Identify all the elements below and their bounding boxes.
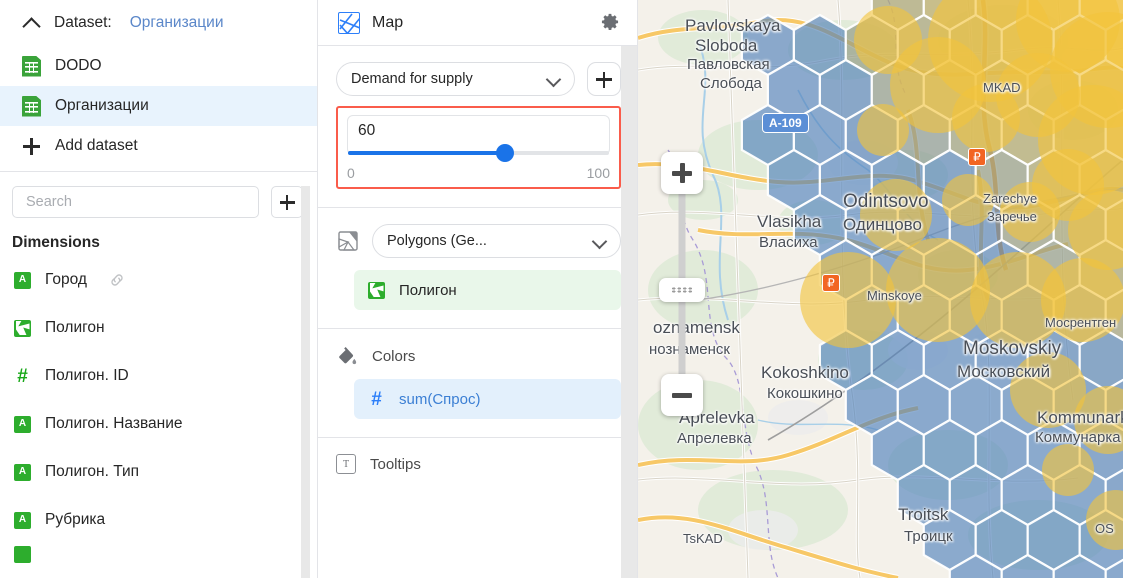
- colors-field-label: sum(Спрос): [399, 390, 481, 408]
- text-field-icon: A: [14, 271, 31, 289]
- application-window: Dataset: Организации DODO Организации Ad…: [0, 0, 1123, 578]
- add-layer-button[interactable]: [587, 62, 621, 96]
- dimension-label: Полигон. ID: [45, 367, 129, 384]
- search-input[interactable]: [24, 193, 247, 211]
- chevron-down-icon: [593, 235, 606, 248]
- dimension-poligon-tip[interactable]: A Полигон. Тип: [0, 448, 317, 496]
- sidebar-scrollbar[interactable]: [301, 186, 310, 578]
- chevron-down-icon: [547, 73, 560, 86]
- dimensions-section-title: Dimensions: [12, 234, 100, 251]
- number-field-icon: #: [17, 365, 28, 387]
- text-field-icon: A: [14, 463, 31, 481]
- geo-layer-icon: [336, 229, 360, 253]
- dimension-poligon[interactable]: Полигон: [0, 304, 317, 352]
- geometry-select-value: Polygons (Ge...: [387, 233, 487, 249]
- dataset-header-label: Dataset:: [54, 14, 112, 31]
- zoom-slider-handle[interactable]: [659, 278, 705, 302]
- chevron-up-icon[interactable]: [22, 13, 42, 33]
- dimension-label: Полигон. Название: [45, 415, 183, 432]
- dimension-label: Рубрика: [45, 511, 106, 528]
- geometry-field-label: Полигон: [399, 281, 457, 299]
- dimension-gorod[interactable]: A Город: [0, 256, 317, 304]
- dimension-row-partial[interactable]: [0, 544, 317, 564]
- table-icon: [22, 95, 41, 117]
- colors-section-head: Colors: [336, 345, 621, 367]
- dataset-sidebar: Dataset: Организации DODO Организации Ad…: [0, 0, 318, 578]
- gear-icon[interactable]: [599, 12, 621, 34]
- layer-select-row: Demand for supply: [336, 62, 621, 96]
- text-tooltip-icon: T: [336, 454, 356, 474]
- layer-select[interactable]: Demand for supply: [336, 62, 575, 96]
- slider-highlight-box: 60 0 100: [336, 106, 621, 189]
- dataset-item-dodo[interactable]: DODO: [0, 46, 317, 86]
- add-field-button[interactable]: [271, 186, 303, 218]
- search-input-wrapper[interactable]: [12, 186, 259, 218]
- dataset-item-organizacii[interactable]: Организации: [0, 86, 317, 126]
- geometry-section: Polygons (Ge... Полигон: [318, 208, 637, 329]
- dimension-poligon-id[interactable]: # Полигон. ID: [0, 352, 317, 400]
- panel-scrollbar[interactable]: [621, 46, 637, 578]
- zoom-in-button[interactable]: [661, 152, 703, 194]
- tooltips-section-title: Tooltips: [370, 455, 421, 473]
- add-dataset-label: Add dataset: [55, 137, 138, 154]
- road-shield: A-109: [762, 113, 809, 133]
- slider-thumb[interactable]: [495, 144, 514, 162]
- text-field-icon: A: [14, 415, 31, 433]
- map-view[interactable]: A-109 ₽ ₽ ₽ PavlovskayaSlobodaПавловская…: [638, 0, 1123, 578]
- layer-select-value: Demand for supply: [351, 71, 473, 87]
- dataset-item-label: DODO: [55, 57, 102, 74]
- grip-dots-icon: [671, 287, 693, 293]
- dataset-item-label: Организации: [55, 97, 149, 114]
- add-dataset-button[interactable]: Add dataset: [0, 126, 317, 166]
- geo-polygon-icon: [14, 319, 31, 337]
- link-icon: [109, 272, 125, 288]
- geometry-select-row: Polygons (Ge...: [336, 224, 621, 258]
- number-field-icon: #: [371, 388, 382, 410]
- colors-section-title: Colors: [372, 347, 416, 365]
- geometry-field-chip[interactable]: Полигон: [354, 270, 621, 310]
- dimension-poligon-nazvanie[interactable]: A Полигон. Название: [0, 400, 317, 448]
- slider-fill: [348, 151, 505, 155]
- layer-section: Demand for supply 60 0 100: [318, 46, 637, 208]
- paint-bucket-icon: [336, 345, 358, 367]
- table-icon: [22, 55, 41, 77]
- zoom-out-button[interactable]: [661, 374, 703, 416]
- slider-range-labels: 0 100: [347, 165, 610, 181]
- dimension-label: Полигон. Тип: [45, 463, 140, 480]
- dataset-header[interactable]: Dataset: Организации: [0, 0, 317, 46]
- slider-min-label: 0: [347, 165, 355, 181]
- slider-field[interactable]: 60: [347, 115, 610, 162]
- text-field-icon: [14, 545, 31, 563]
- map-canvas: [638, 0, 1123, 578]
- chart-config-panel: Map Demand for supply 60 0 100 Polygons …: [318, 0, 638, 578]
- panel-header: Map: [318, 0, 637, 46]
- text-field-icon: A: [14, 511, 31, 529]
- slider-max-label: 100: [586, 165, 610, 181]
- dimension-label: Город: [45, 271, 87, 288]
- slider-track[interactable]: [348, 144, 609, 162]
- dimension-label: Полигон: [45, 319, 105, 336]
- search-row: [0, 172, 317, 218]
- geometry-select[interactable]: Polygons (Ge...: [372, 224, 621, 258]
- poi-marker[interactable]: ₽: [822, 274, 840, 292]
- dataset-header-value: Организации: [129, 14, 224, 31]
- map-chart-icon: [338, 11, 360, 34]
- tooltips-section-head: T Tooltips: [336, 454, 621, 474]
- dimension-rubrika[interactable]: A Рубрика: [0, 496, 317, 544]
- geo-polygon-icon: [368, 281, 385, 299]
- colors-section: Colors # sum(Спрос): [318, 329, 637, 438]
- panel-title: Map: [372, 13, 404, 31]
- minus-icon: [672, 392, 692, 398]
- colors-field-chip[interactable]: # sum(Спрос): [354, 379, 621, 419]
- slider-value: 60: [358, 122, 376, 139]
- tooltips-section: T Tooltips: [318, 438, 637, 492]
- plus-icon: [22, 136, 41, 157]
- poi-marker[interactable]: ₽: [968, 148, 986, 166]
